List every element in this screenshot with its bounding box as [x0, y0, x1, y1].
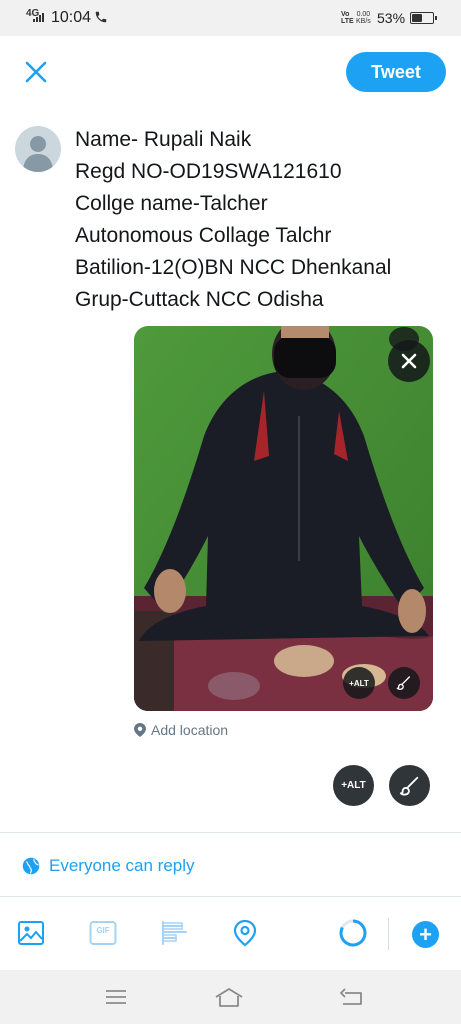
data-speed-unit: KB/s — [356, 18, 371, 25]
clock: 10:04 — [51, 9, 92, 26]
poll-icon — [162, 921, 187, 945]
menu-icon — [106, 990, 126, 1004]
add-image-button[interactable] — [16, 918, 46, 948]
phone-icon — [94, 10, 108, 29]
attached-photo[interactable] — [134, 326, 433, 711]
edit-photo-button[interactable] — [389, 765, 430, 806]
tweet-button[interactable]: Tweet — [346, 52, 446, 92]
add-alt-text-button[interactable]: +ALT — [333, 765, 374, 806]
remove-photo-button[interactable] — [388, 340, 430, 382]
brush-icon — [396, 676, 410, 690]
compose-line: Regd NO-OD19SWA121610 — [75, 160, 342, 183]
home-icon — [215, 988, 243, 1007]
image-icon — [18, 921, 44, 945]
location-pin-icon — [233, 919, 257, 947]
compose-line: Name- Rupali Naik — [75, 128, 252, 151]
reply-setting-label: Everyone can reply — [49, 856, 195, 875]
reply-setting-button[interactable]: Everyone can reply — [22, 856, 195, 876]
default-profile-icon — [23, 136, 53, 172]
battery-percent: 53% — [377, 10, 406, 26]
data-speed: 0.00 KB/s — [356, 11, 371, 25]
character-counter — [338, 918, 368, 948]
globe-icon — [22, 857, 40, 875]
close-icon — [401, 353, 417, 369]
system-nav-bar — [0, 970, 461, 1024]
volte-indicator: Vo LTE — [341, 11, 354, 25]
add-gif-button[interactable]: GIF — [88, 918, 118, 948]
add-location-link[interactable]: Add location — [134, 722, 228, 738]
status-bar: 4G 10:04 Vo LTE 0.00 KB/s 53% — [0, 0, 461, 36]
divider — [0, 896, 461, 897]
home-nav-button[interactable] — [214, 984, 244, 1010]
compose-line: Autonomous Collage Talchr — [75, 224, 332, 247]
back-icon — [340, 988, 362, 1005]
progress-ring-icon — [339, 919, 367, 947]
close-icon — [25, 61, 47, 83]
add-thread-button[interactable]: + — [412, 921, 439, 948]
back-nav-button[interactable] — [337, 984, 367, 1010]
battery-icon — [410, 12, 437, 24]
close-button[interactable] — [22, 58, 50, 86]
divider — [0, 832, 461, 833]
gif-label: GIF — [96, 926, 110, 935]
location-pin-icon — [134, 723, 146, 737]
add-poll-button[interactable] — [159, 918, 189, 948]
data-speed-value: 0.00 — [356, 11, 371, 18]
compose-line: Grup-Cuttack NCC Odisha — [75, 288, 324, 311]
avatar[interactable] — [15, 126, 61, 172]
photo-alt-badge[interactable]: +ALT — [343, 667, 375, 699]
plus-icon: + — [419, 921, 432, 947]
signal-icon — [33, 13, 44, 22]
compose-line: Collge name-Talcher — [75, 192, 268, 215]
compose-line: Batilion-12(O)BN NCC Dhenkanal — [75, 256, 392, 279]
battery-fill — [412, 14, 422, 22]
toolbar-separator — [388, 918, 389, 950]
menu-nav-button[interactable] — [101, 984, 131, 1010]
photo-edit-badge[interactable] — [388, 667, 420, 699]
brush-icon — [399, 776, 418, 796]
add-location-button[interactable] — [230, 918, 260, 948]
compose-text[interactable]: Name- Rupali Naik Regd NO-OD19SWA121610 … — [75, 124, 455, 316]
add-location-label: Add location — [151, 722, 229, 738]
